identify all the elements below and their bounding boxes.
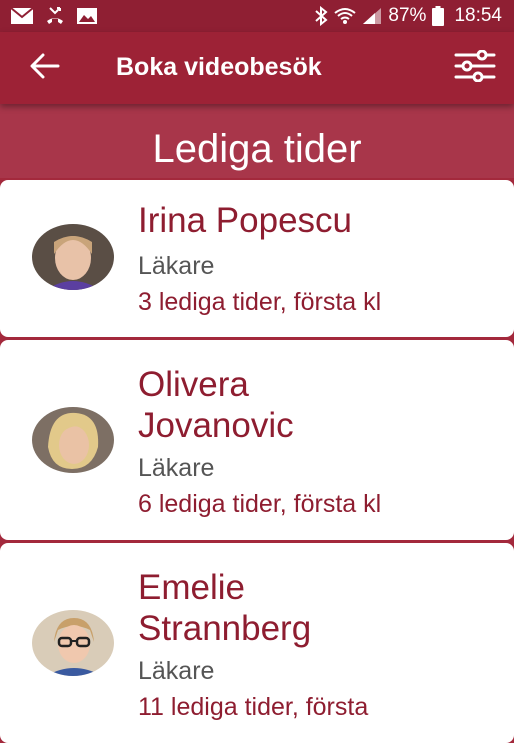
doctor-role: Läkare xyxy=(138,252,215,280)
doctor-name: Irina Popescu xyxy=(138,201,353,240)
doctor-card[interactable]: Irina Popescu Läkare 3 lediga tider, för… xyxy=(0,180,514,337)
section-title: Lediga tider xyxy=(152,127,362,171)
missed-call-icon xyxy=(44,6,66,26)
available-slots: 3 lediga tider, första kl xyxy=(138,288,382,316)
status-bar: 87% 18:54 xyxy=(0,0,514,32)
back-button[interactable] xyxy=(26,52,64,84)
doctor-avatar xyxy=(32,224,114,290)
image-icon xyxy=(76,7,98,25)
doctor-name: Emelie Strannberg xyxy=(138,568,312,648)
sliders-icon xyxy=(454,49,496,87)
mail-icon xyxy=(10,7,34,25)
page-title: Boka videobesök xyxy=(116,53,322,81)
filter-button[interactable] xyxy=(452,49,498,87)
app-bar: Boka videobesök xyxy=(0,32,514,104)
battery-percent: 87% xyxy=(388,5,427,26)
arrow-left-icon xyxy=(30,53,60,84)
doctor-role: Läkare xyxy=(138,657,215,685)
bluetooth-icon xyxy=(314,6,328,26)
battery-icon xyxy=(432,6,445,26)
doctor-card[interactable]: Olivera Jovanovic Läkare 6 lediga tider,… xyxy=(0,340,514,540)
doctor-name: Olivera Jovanovic xyxy=(138,365,294,445)
section-header: Lediga tider xyxy=(0,104,514,178)
doctor-avatar xyxy=(32,610,114,676)
available-slots: 6 lediga tider, första kl xyxy=(138,490,382,518)
doctor-role: Läkare xyxy=(138,454,215,482)
signal-icon xyxy=(362,7,382,25)
doctor-card[interactable]: Emelie Strannberg Läkare 11 lediga tider… xyxy=(0,543,514,743)
clock: 18:54 xyxy=(454,5,502,26)
available-slots: 11 lediga tider, första xyxy=(138,693,369,721)
doctor-avatar xyxy=(32,407,114,473)
wifi-icon xyxy=(334,7,357,25)
